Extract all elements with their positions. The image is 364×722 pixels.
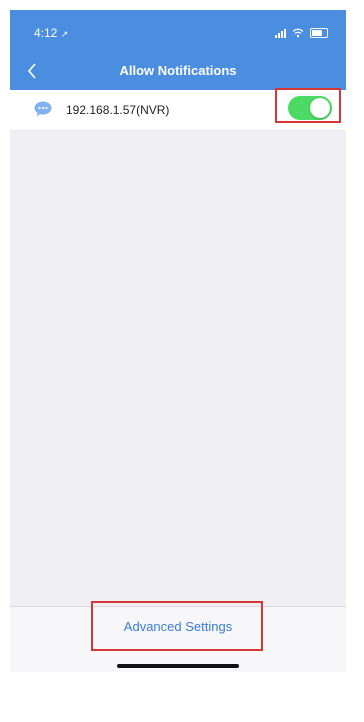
- advanced-settings-link[interactable]: Advanced Settings: [10, 619, 346, 634]
- status-time: 4:12 ↗: [34, 26, 68, 40]
- notification-toggle[interactable]: [288, 96, 332, 120]
- chat-bubble-icon: [34, 101, 52, 117]
- signal-icon: [275, 28, 286, 38]
- app-screen: 4:12 ↗ Allow Notifications 192.168.1.57(…: [10, 10, 346, 672]
- toggle-knob: [310, 98, 330, 118]
- status-time-text: 4:12: [34, 26, 58, 40]
- location-arrow-icon: ↗: [60, 29, 69, 39]
- page-title: Allow Notifications: [119, 63, 237, 78]
- device-label: 192.168.1.57(NVR): [66, 103, 170, 117]
- wifi-icon: [292, 28, 304, 38]
- header-bar: 4:12 ↗ Allow Notifications: [10, 10, 346, 90]
- status-icons: [275, 27, 328, 39]
- battery-icon: [310, 28, 328, 38]
- home-indicator: [117, 664, 239, 668]
